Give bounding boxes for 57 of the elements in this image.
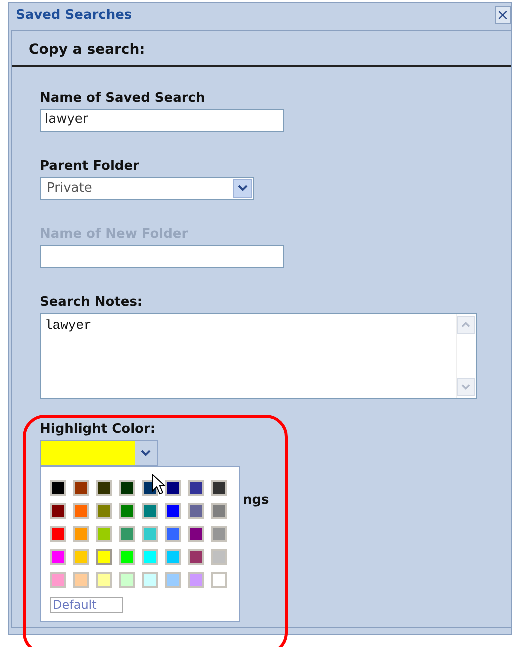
color-swatch[interactable] xyxy=(96,503,112,519)
color-swatch[interactable] xyxy=(142,503,158,519)
color-swatch[interactable] xyxy=(96,526,112,542)
color-swatch[interactable] xyxy=(96,549,112,565)
notes-field[interactable]: lawyer xyxy=(40,313,477,399)
color-swatch[interactable] xyxy=(96,480,112,496)
input-field[interactable] xyxy=(40,245,284,268)
dropdown[interactable]: Private xyxy=(40,177,254,200)
color-swatch[interactable] xyxy=(188,549,204,565)
settings-label: ngs xyxy=(243,493,270,508)
color-swatch[interactable] xyxy=(119,503,135,519)
color-swatch[interactable] xyxy=(142,549,158,565)
close-button[interactable]: × xyxy=(495,6,511,24)
color-swatch[interactable] xyxy=(73,572,89,588)
color-swatch[interactable] xyxy=(211,480,227,496)
notes-text: lawyer xyxy=(44,317,93,335)
color-swatch[interactable] xyxy=(119,480,135,496)
default-button[interactable]: Default xyxy=(50,597,123,613)
color-swatch[interactable] xyxy=(211,549,227,565)
color-swatch[interactable] xyxy=(188,526,204,542)
color-swatch[interactable] xyxy=(73,549,89,565)
color-swatch[interactable] xyxy=(188,572,204,588)
color-swatch[interactable] xyxy=(119,572,135,588)
color-swatch[interactable] xyxy=(73,503,89,519)
color-swatch[interactable] xyxy=(50,480,66,496)
color-swatch[interactable] xyxy=(73,526,89,542)
color-swatch[interactable] xyxy=(165,526,181,542)
color-swatch[interactable] xyxy=(211,572,227,588)
window-title: Saved Searches xyxy=(16,8,132,22)
color-swatch[interactable] xyxy=(165,503,181,519)
input-field[interactable]: lawyer xyxy=(40,109,284,132)
color-swatch[interactable] xyxy=(119,526,135,542)
color-swatch[interactable] xyxy=(165,572,181,588)
section-header: Copy a search: xyxy=(12,31,511,67)
color-swatch[interactable] xyxy=(211,503,227,519)
scroll-down-icon[interactable] xyxy=(457,378,475,396)
color-swatch[interactable] xyxy=(50,503,66,519)
color-swatch[interactable] xyxy=(50,549,66,565)
cursor-icon xyxy=(152,474,166,496)
color-swatch[interactable] xyxy=(96,572,112,588)
field-label: Parent Folder xyxy=(40,159,140,174)
color-swatch[interactable] xyxy=(50,572,66,588)
color-picker[interactable] xyxy=(40,440,158,466)
color-swatch[interactable] xyxy=(165,480,181,496)
field-label: Highlight Color: xyxy=(40,422,157,437)
color-swatch[interactable] xyxy=(142,572,158,588)
color-swatch[interactable] xyxy=(188,503,204,519)
color-swatch[interactable] xyxy=(50,526,66,542)
color-swatch[interactable] xyxy=(119,549,135,565)
color-swatch[interactable] xyxy=(165,549,181,565)
scroll-up-icon[interactable] xyxy=(457,316,475,334)
color-swatch[interactable] xyxy=(73,480,89,496)
color-swatch[interactable] xyxy=(142,526,158,542)
field-label: Name of Saved Search xyxy=(40,91,206,106)
color-swatch[interactable] xyxy=(211,526,227,542)
field-label: Search Notes: xyxy=(40,295,144,310)
color-swatch[interactable] xyxy=(188,480,204,496)
